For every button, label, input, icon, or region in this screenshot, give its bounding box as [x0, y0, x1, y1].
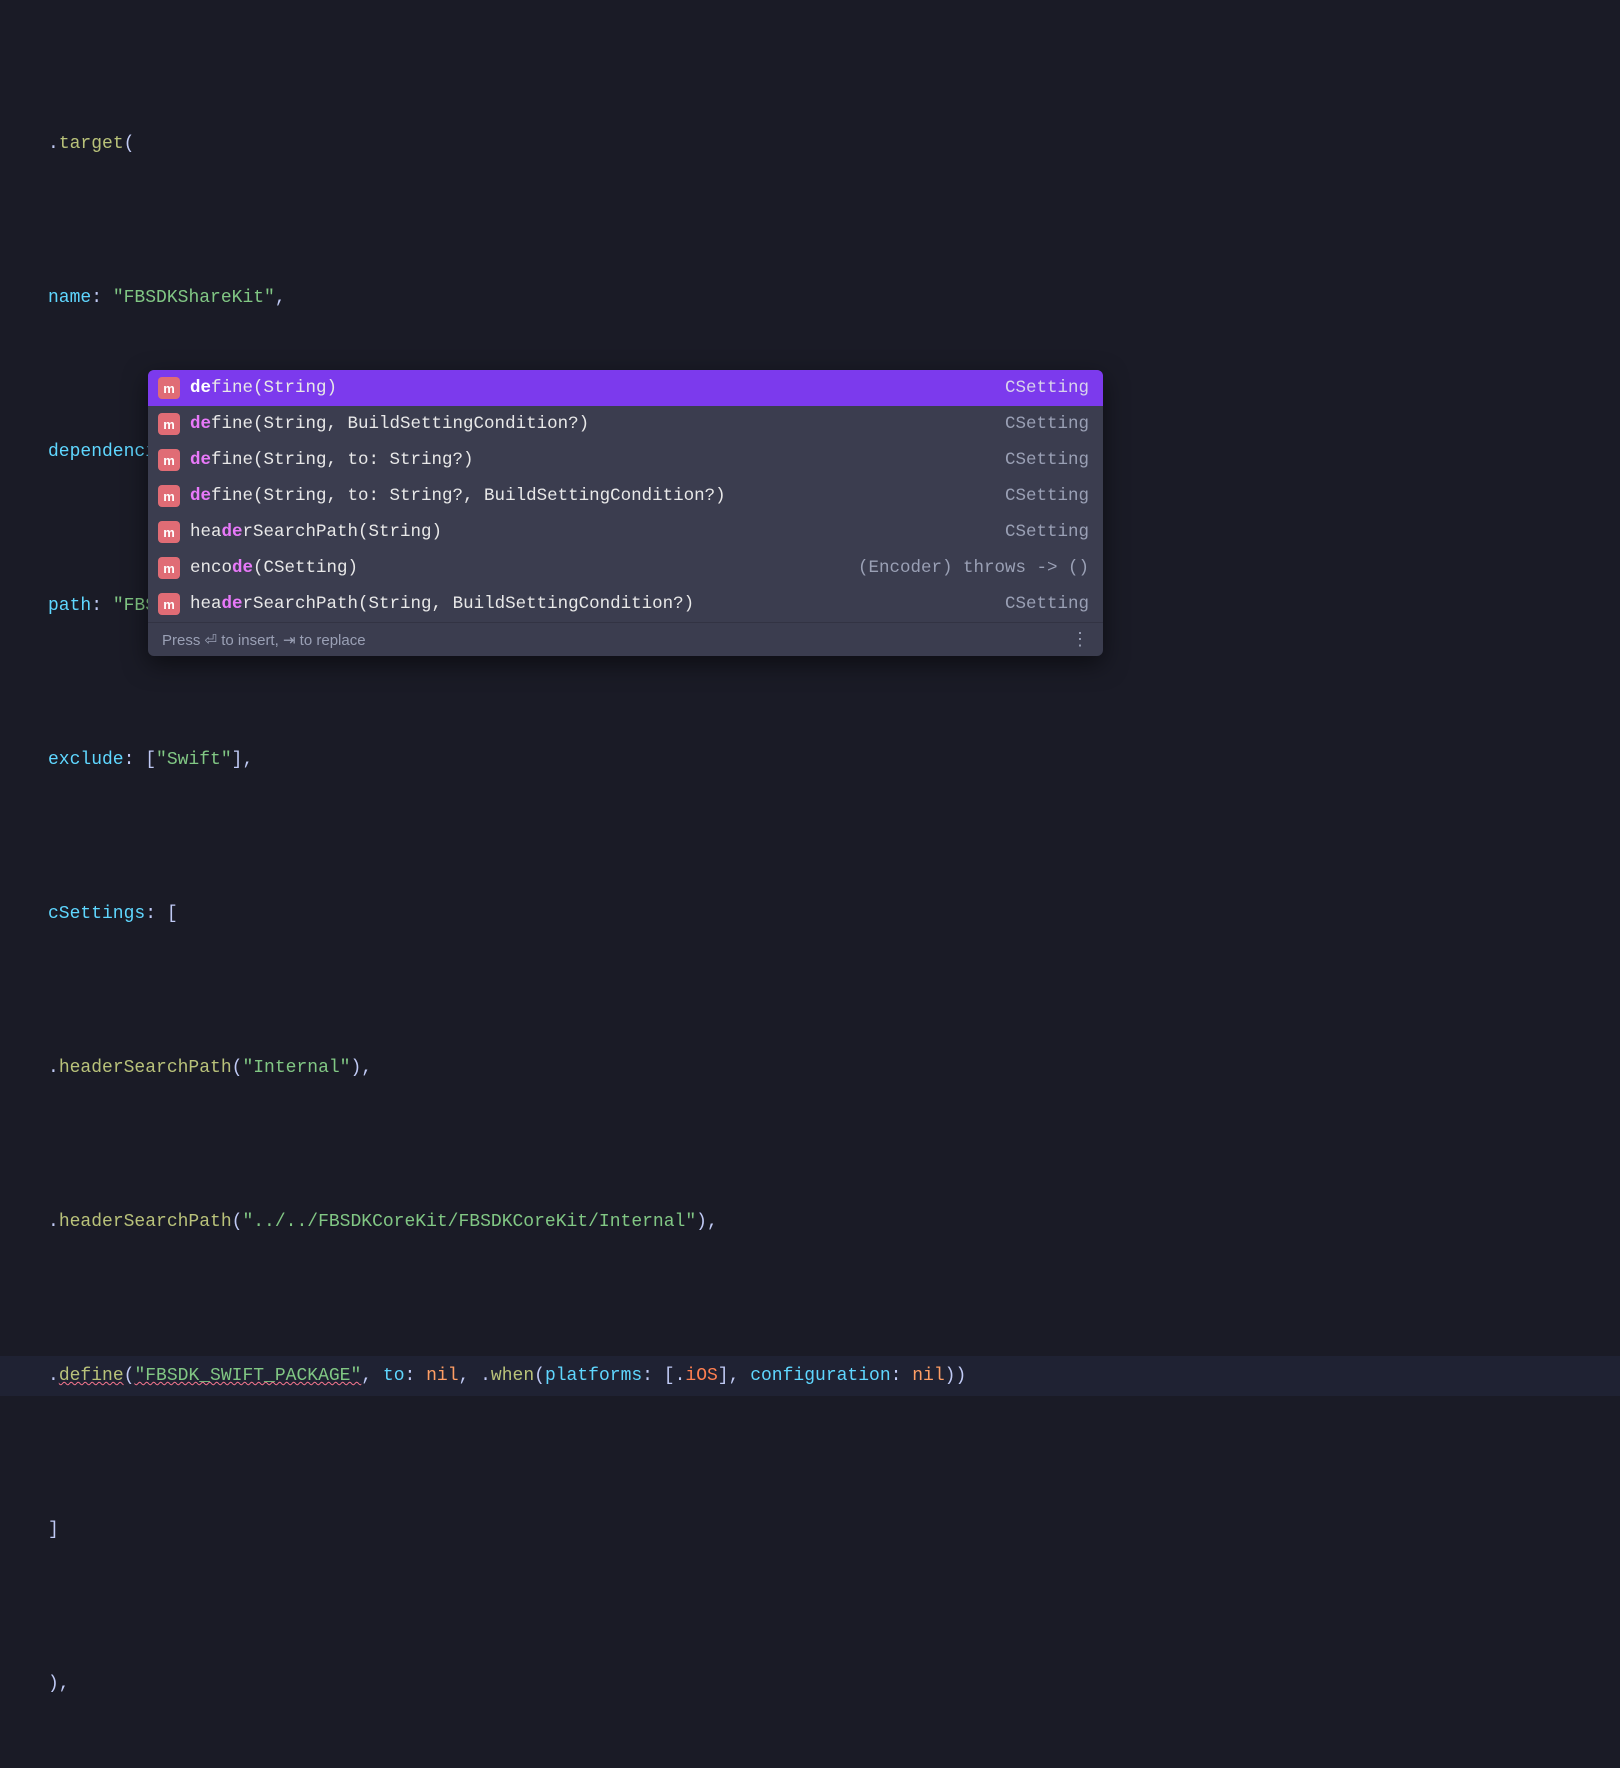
code-line[interactable]: name: "FBSDKShareKit",	[0, 278, 1620, 318]
token: ),	[48, 1665, 70, 1703]
autocomplete-return-type: (Encoder) throws -> ()	[858, 558, 1089, 578]
token: headerSearchPath	[59, 1049, 232, 1087]
autocomplete-return-type: CSetting	[1005, 450, 1089, 470]
autocomplete-item[interactable]: m define(String, to: String?) CSetting	[148, 442, 1103, 478]
autocomplete-item[interactable]: m headerSearchPath(String) CSetting	[148, 514, 1103, 550]
token: to	[383, 1357, 405, 1395]
autocomplete-label: define(String, BuildSettingCondition?)	[190, 414, 995, 434]
code-line[interactable]: ),	[0, 1664, 1620, 1704]
token: ],	[232, 741, 254, 779]
token: (	[534, 1357, 545, 1395]
method-icon: m	[158, 377, 180, 399]
code-line[interactable]: .target(	[0, 124, 1620, 164]
code-line[interactable]: ]	[0, 1510, 1620, 1550]
method-icon: m	[158, 557, 180, 579]
autocomplete-label: encode(CSetting)	[190, 558, 848, 578]
token: "Internal"	[242, 1049, 350, 1087]
token: ),	[350, 1049, 372, 1087]
autocomplete-label: headerSearchPath(String)	[190, 522, 995, 542]
token: target	[59, 125, 124, 163]
token: : [	[124, 741, 156, 779]
autocomplete-return-type: CSetting	[1005, 486, 1089, 506]
autocomplete-return-type: CSetting	[1005, 378, 1089, 398]
token: .	[48, 1203, 59, 1241]
autocomplete-return-type: CSetting	[1005, 414, 1089, 434]
autocomplete-return-type: CSetting	[1005, 594, 1089, 614]
token: define	[59, 1357, 124, 1395]
method-icon: m	[158, 413, 180, 435]
autocomplete-label: define(String)	[190, 378, 995, 398]
token: (	[232, 1203, 243, 1241]
autocomplete-item[interactable]: m define(String, BuildSettingCondition?) C…	[148, 406, 1103, 442]
token: iOS	[685, 1357, 717, 1395]
token: configuration	[750, 1357, 890, 1395]
token: :	[891, 1357, 913, 1395]
more-icon[interactable]: ⋮	[1071, 629, 1089, 650]
token: when	[491, 1357, 534, 1395]
autocomplete-label: define(String, to: String?)	[190, 450, 995, 470]
token: (	[124, 125, 135, 163]
token: .	[48, 1357, 59, 1395]
token: ,	[361, 1357, 383, 1395]
token: nil	[912, 1357, 944, 1395]
token: ,	[275, 279, 286, 317]
code-line[interactable]: exclude: ["Swift"],	[0, 740, 1620, 780]
autocomplete-label: headerSearchPath(String, BuildSettingCon…	[190, 594, 995, 614]
token: :	[91, 587, 113, 625]
token: : [.	[642, 1357, 685, 1395]
code-line[interactable]: .headerSearchPath("Internal"),	[0, 1048, 1620, 1088]
token: .	[48, 125, 59, 163]
autocomplete-label: define(String, to: String?, BuildSetting…	[190, 486, 995, 506]
token: name	[48, 279, 91, 317]
code-line[interactable]: cSettings: [	[0, 894, 1620, 934]
token: ]	[48, 1511, 59, 1549]
token: nil	[426, 1357, 458, 1395]
token: ))	[945, 1357, 967, 1395]
method-icon: m	[158, 593, 180, 615]
autocomplete-hint: Press ⏎ to insert, ⇥ to replace	[162, 631, 366, 649]
code-line[interactable]: .headerSearchPath("../../FBSDKCoreKit/FB…	[0, 1202, 1620, 1242]
autocomplete-popup[interactable]: m define(String) CSetting m define(String, B…	[148, 370, 1103, 656]
method-icon: m	[158, 449, 180, 471]
token: ),	[696, 1203, 718, 1241]
token: "Swift"	[156, 741, 232, 779]
token: (	[232, 1049, 243, 1087]
code-editor[interactable]: .target( name: "FBSDKShareKit", dependen…	[0, 0, 1620, 1768]
token: :	[91, 279, 113, 317]
token: "FBSDK_SWIFT_PACKAGE"	[134, 1357, 361, 1395]
token: :	[405, 1357, 427, 1395]
autocomplete-item[interactable]: m define(String) CSetting	[148, 370, 1103, 406]
token: platforms	[545, 1357, 642, 1395]
autocomplete-footer: Press ⏎ to insert, ⇥ to replace ⋮	[148, 622, 1103, 656]
token: : [	[145, 895, 177, 933]
token: , .	[459, 1357, 491, 1395]
method-icon: m	[158, 485, 180, 507]
token: "../../FBSDKCoreKit/FBSDKCoreKit/Interna…	[242, 1203, 696, 1241]
token: "FBSDKShareKit"	[113, 279, 275, 317]
token: (	[124, 1357, 135, 1395]
token: headerSearchPath	[59, 1203, 232, 1241]
token: .	[48, 1049, 59, 1087]
autocomplete-item[interactable]: m headerSearchPath(String, BuildSettingCo…	[148, 586, 1103, 622]
token: exclude	[48, 741, 124, 779]
autocomplete-item[interactable]: m encode(CSetting) (Encoder) throws -> ()	[148, 550, 1103, 586]
method-icon: m	[158, 521, 180, 543]
token: ],	[718, 1357, 750, 1395]
code-line-active[interactable]: .define("FBSDK_SWIFT_PACKAGE", to: nil, …	[0, 1356, 1620, 1396]
autocomplete-item[interactable]: m define(String, to: String?, BuildSettin…	[148, 478, 1103, 514]
token: path	[48, 587, 91, 625]
autocomplete-return-type: CSetting	[1005, 522, 1089, 542]
token: cSettings	[48, 895, 145, 933]
